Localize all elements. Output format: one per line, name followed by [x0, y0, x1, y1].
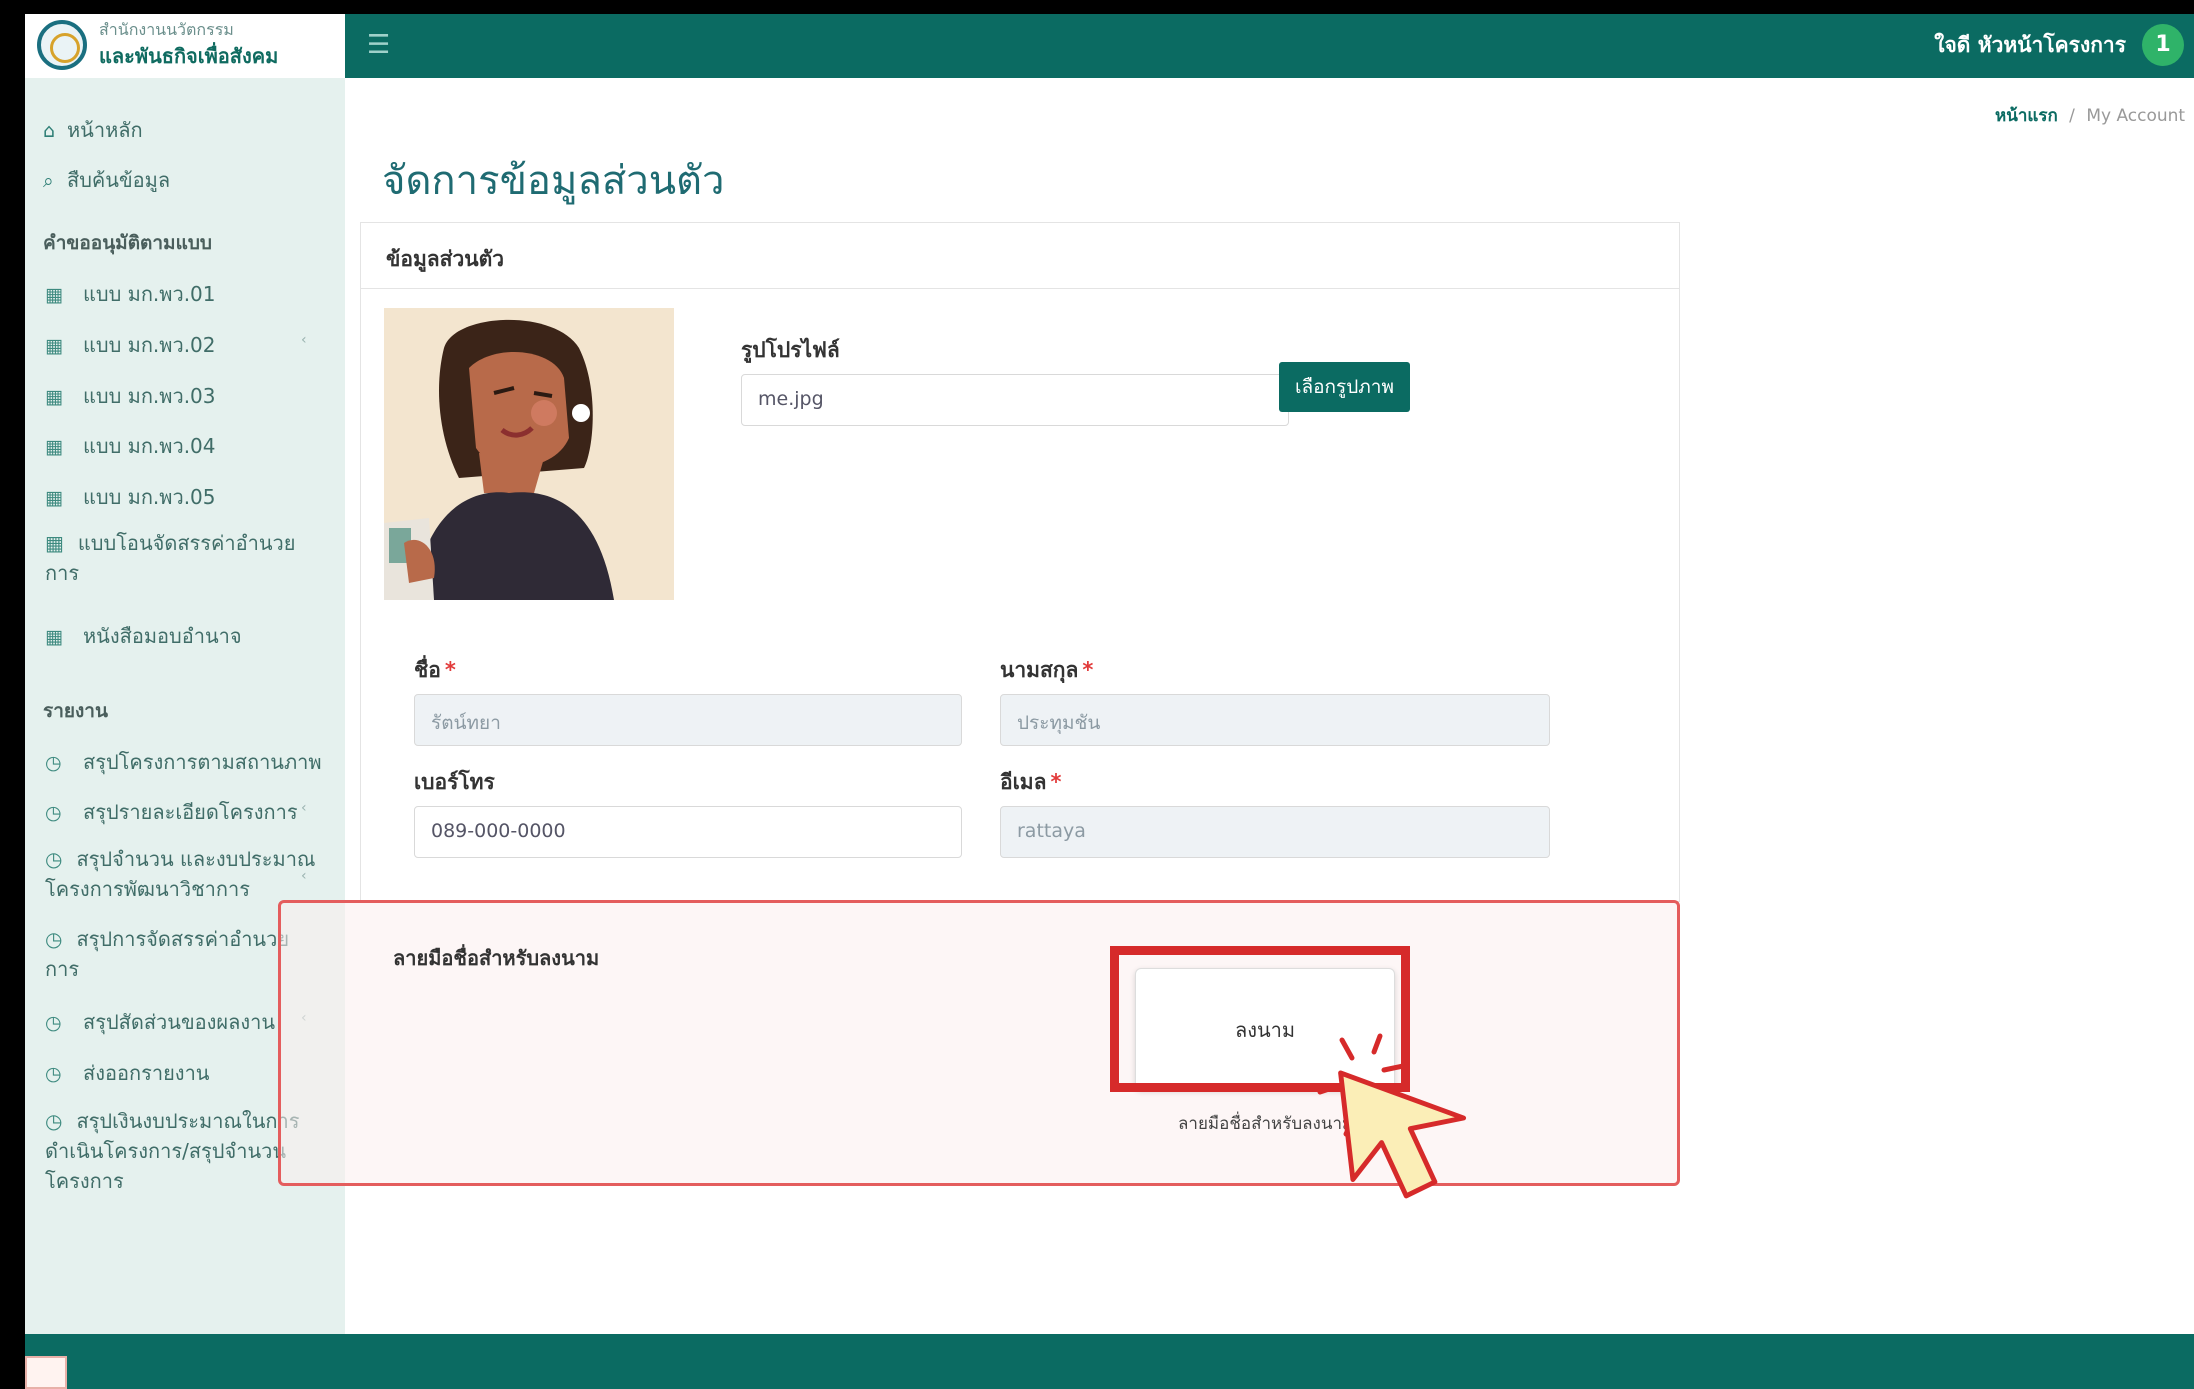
home-icon: ⌂: [43, 120, 56, 142]
chevron-left-icon: ‹: [301, 332, 307, 348]
first-name-label: ชื่อ *: [414, 658, 456, 682]
sidebar-item-form-authority[interactable]: ▦ หนังสือมอบอำนาจ: [45, 620, 242, 652]
table-icon: ▦: [45, 386, 63, 408]
phone-field[interactable]: 089-000-0000: [414, 806, 962, 858]
sidebar-item-form-05[interactable]: ▦ แบบ มก.พว.05: [45, 481, 216, 513]
search-icon: ⌕: [43, 170, 54, 192]
hamburger-icon[interactable]: ☰: [367, 30, 390, 60]
breadcrumb-current: My Account: [2086, 106, 2186, 126]
page-title: จัดการข้อมูลส่วนตัว: [382, 158, 725, 204]
woman-avatar-illustration: [384, 308, 674, 600]
signature-title: ลายมือชื่อสำหรับลงนาม: [393, 946, 600, 970]
email-field[interactable]: rattaya: [1000, 806, 1550, 858]
sidebar-item-form-01[interactable]: ▦ แบบ มก.พว.01: [45, 278, 216, 310]
last-name-label: นามสกุล *: [1000, 658, 1094, 682]
breadcrumb: หน้าแรก / My Account: [1995, 106, 2186, 126]
table-icon: ▦: [45, 335, 63, 357]
breadcrumb-home[interactable]: หน้าแรก: [1995, 106, 2058, 126]
sidebar-item-report-export[interactable]: ◷ ส่งออกรายงาน: [45, 1057, 209, 1089]
clock-icon: ◷: [45, 752, 62, 774]
seal-icon: [37, 20, 87, 70]
sidebar-item-home[interactable]: ⌂ หน้าหลัก: [43, 114, 143, 146]
email-label: อีเมล *: [1000, 770, 1062, 794]
table-icon: ▦: [45, 487, 63, 509]
table-icon: ▦: [45, 531, 64, 555]
first-name-field[interactable]: รัตน์ทยา: [414, 694, 962, 746]
last-name-field[interactable]: ประทุมชัน: [1000, 694, 1550, 746]
clock-icon: ◷: [45, 1109, 63, 1133]
sidebar-item-search[interactable]: ⌕ สืบค้นข้อมูล: [43, 164, 170, 196]
sidebar-item-report-status[interactable]: ◷ สรุปโครงการตามสถานภาพ: [45, 746, 322, 778]
sidebar-item-report-ratio[interactable]: ◷ สรุปสัดส่วนของผลงาน: [45, 1006, 275, 1038]
sidebar-item-report-detail[interactable]: ◷ สรุปรายละเอียดโครงการ: [45, 796, 298, 828]
table-icon: ▦: [45, 626, 63, 648]
sidebar-item-form-03[interactable]: ▦ แบบ มก.พว.03: [45, 380, 216, 412]
profile-avatar: [384, 308, 674, 600]
sidebar-section-forms: คำขออนุมัติตามแบบ: [43, 232, 212, 254]
footer: [25, 1334, 2194, 1389]
clock-icon: ◷: [45, 1063, 62, 1085]
sidebar-item-form-04[interactable]: ▦ แบบ มก.พว.04: [45, 430, 216, 462]
phone-label: เบอร์โทร: [414, 770, 495, 794]
footer-logo-icon: [25, 1356, 67, 1389]
clock-icon: ◷: [45, 1012, 62, 1034]
sidebar-item-form-02[interactable]: ▦ แบบ มก.พว.02: [45, 329, 216, 361]
chevron-left-icon: ‹: [301, 868, 307, 884]
clock-icon: ◷: [45, 927, 63, 951]
sidebar-section-reports: รายงาน: [43, 700, 108, 722]
brand-line2: และพันธกิจเพื่อสังคม: [99, 44, 279, 68]
top-bar: ☰ ใจดี หัวหน้าโครงการ 1: [345, 14, 2194, 78]
user-name[interactable]: ใจดี หัวหน้าโครงการ: [1934, 29, 2126, 62]
choose-image-button[interactable]: เลือกรูปภาพ: [1279, 362, 1410, 412]
chevron-left-icon: ‹: [301, 800, 307, 816]
clock-icon: ◷: [45, 802, 62, 824]
pointer-cursor-icon: [1317, 1033, 1467, 1199]
profile-label: รูปโปรไฟล์: [741, 338, 840, 362]
sidebar-item-form-transfer[interactable]: ▦ แบบโอนจัดสรรค่าอำนวย การ: [45, 528, 335, 588]
table-icon: ▦: [45, 436, 63, 458]
brand-logo[interactable]: สำนักงานนวัตกรรม และพันธกิจเพื่อสังคม: [25, 14, 345, 78]
sidebar-item-report-budget[interactable]: ◷ สรุปจำนวน และงบประมาณ โครงการพัฒนาวิชาก…: [45, 844, 335, 904]
clock-icon: ◷: [45, 847, 63, 871]
profile-file-input[interactable]: me.jpg: [741, 374, 1289, 426]
card-header: ข้อมูลส่วนตัว: [361, 223, 1679, 289]
notification-badge[interactable]: 1: [2142, 24, 2184, 66]
table-icon: ▦: [45, 284, 63, 306]
